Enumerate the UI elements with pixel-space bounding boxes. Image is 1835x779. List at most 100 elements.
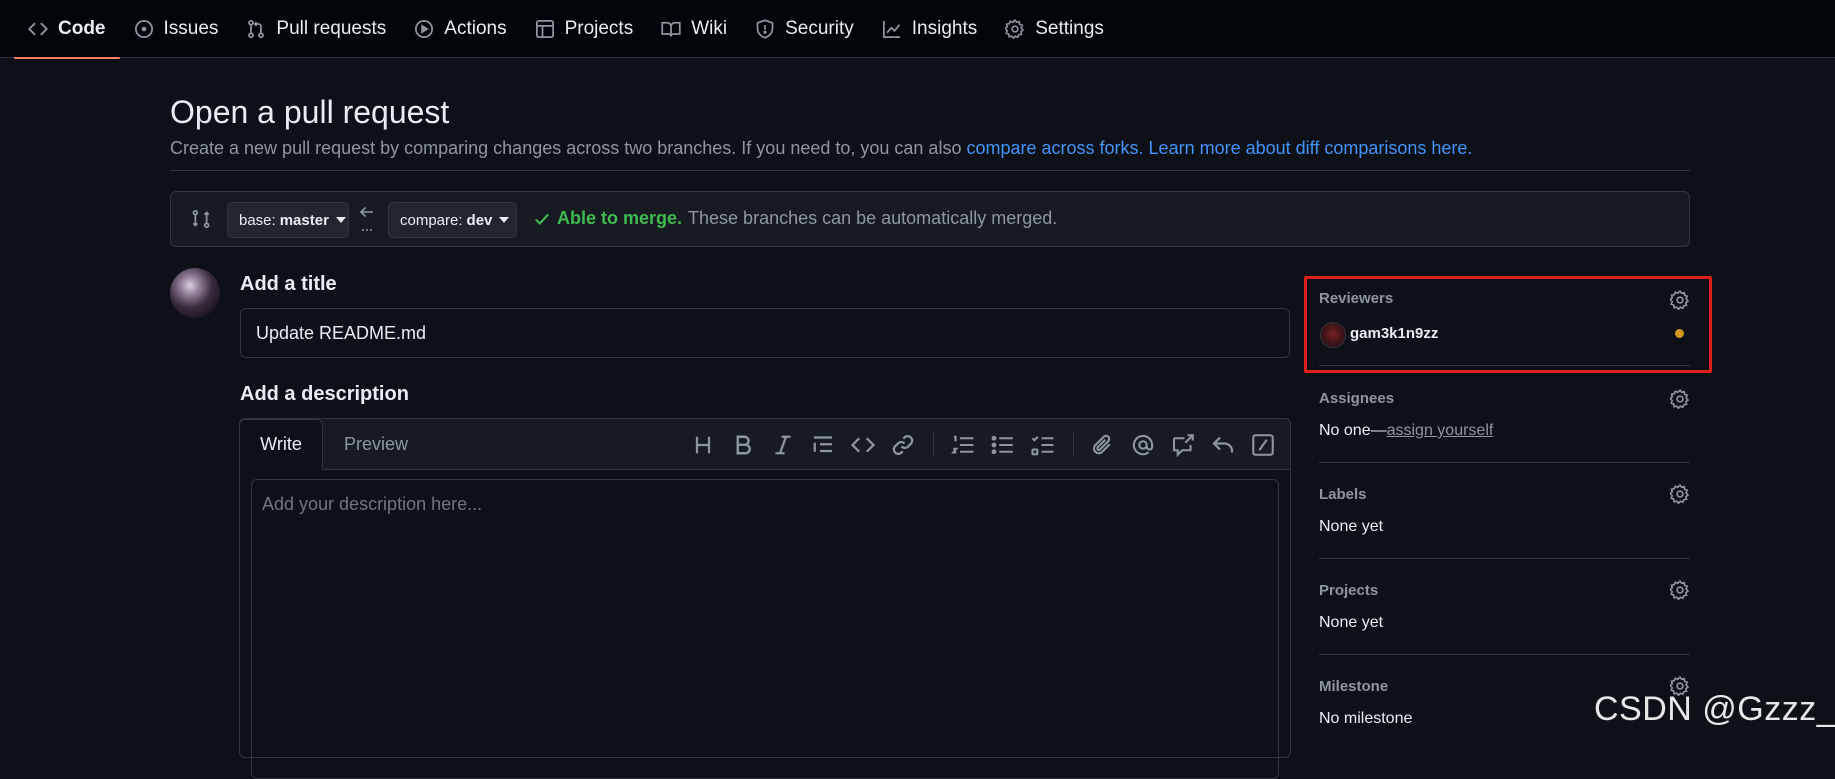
description-textarea[interactable]: Add your description here... [251,479,1279,779]
table-icon [535,19,554,38]
check-icon [535,213,549,225]
tab-label: Security [785,17,854,39]
play-icon [415,19,434,38]
merge-message: These branches can be automatically merg… [688,208,1058,228]
ellipsis-icon [362,229,372,231]
cross-reference-icon[interactable] [1171,433,1195,457]
compare-prefix: compare: [400,211,463,229]
sidebar-divider [1319,558,1690,559]
tab-wiki[interactable]: Wiki [647,0,741,58]
projects-value: None yet [1319,614,1384,631]
tab-code[interactable]: Code [14,0,120,59]
assignees-title: Assignees [1319,390,1395,407]
caret-down-icon [499,217,510,223]
link-icon[interactable] [891,433,915,457]
tab-label: Insights [911,17,978,39]
heading-icon[interactable] [691,433,715,457]
slash-command-icon[interactable] [1251,433,1275,457]
tab-label: Settings [1035,17,1104,39]
assignees-text: No one— [1319,422,1387,439]
mention-icon[interactable] [1131,433,1155,457]
quote-icon[interactable] [811,433,835,457]
paperclip-icon[interactable] [1091,433,1115,457]
unordered-list-icon[interactable] [991,433,1015,457]
tab-pull-requests[interactable]: Pull requests [232,0,400,58]
issue-icon [134,19,153,38]
sidebar-divider [1319,365,1690,366]
editor-toolbar: Write Preview [239,419,1290,470]
base-branch-select[interactable]: base: master [227,202,349,238]
assign-yourself-link[interactable]: assign yourself [1387,422,1494,439]
assignees-value: No one—assign yourself [1319,422,1493,440]
tab-settings[interactable]: Settings [991,0,1118,58]
pending-status-dot [1675,329,1684,338]
description-placeholder: Add your description here... [262,494,483,514]
tab-label: Code [58,17,106,39]
compare-forks-link[interactable]: compare across forks. [966,138,1143,158]
base-branch-name: master [279,211,329,229]
gear-icon[interactable] [1670,389,1690,409]
tab-security[interactable]: Security [741,0,868,58]
reviewer-name[interactable]: gam3k1n9zz [1350,325,1438,342]
tab-label: Pull requests [276,17,387,39]
ordered-list-icon[interactable] [951,433,975,457]
task-list-icon[interactable] [1031,433,1055,457]
page-title: Open a pull request [170,94,450,130]
title-input[interactable]: Update README.md [240,308,1290,358]
tab-write[interactable]: Write [239,419,323,470]
sidebar-divider [1319,462,1690,463]
tab-projects[interactable]: Projects [521,0,648,58]
arrow-left-icon [359,206,373,218]
tab-label: Wiki [691,17,728,39]
sidebar-divider [1319,654,1690,655]
merge-ok-text: Able to merge. [557,208,683,228]
milestone-title: Milestone [1319,678,1389,695]
avatar [170,268,220,318]
gear-icon[interactable] [1670,290,1690,310]
learn-more-link[interactable]: Learn more about diff comparisons here. [1149,138,1473,158]
tab-issues[interactable]: Issues [120,0,233,58]
tab-label: Projects [564,17,634,39]
graph-icon [882,20,900,38]
divider [170,170,1690,171]
gear-icon[interactable] [1670,484,1690,504]
pull-request-icon [248,19,265,38]
toolbar-divider [933,432,934,456]
italic-icon[interactable] [771,433,795,457]
compare-branch-name: dev [466,211,493,229]
subtitle-text: Create a new pull request by comparing c… [170,138,967,158]
tab-label: Issues [163,17,219,39]
projects-title: Projects [1319,582,1379,599]
description-editor: Write Preview Add your description here.… [239,418,1291,779]
compare-branch-select[interactable]: compare: dev [388,202,517,238]
watermark: CSDN @Gzzz__ [1594,690,1835,728]
code-icon[interactable] [851,433,875,457]
tab-actions[interactable]: Actions [400,0,520,58]
shield-icon [756,18,774,39]
bold-icon[interactable] [731,433,755,457]
description-label: Add a description [240,383,409,405]
book-icon [661,21,681,37]
page-subtitle: Create a new pull request by comparing c… [170,138,1472,159]
compare-bar: base: master compare: dev Able to merge. T… [170,191,1690,247]
caret-down-icon [335,217,346,223]
reply-icon[interactable] [1211,433,1235,457]
labels-value: None yet [1319,518,1384,535]
base-prefix: base: [239,211,276,229]
title-label: Add a title [240,273,337,295]
compare-arrows-icon [192,210,210,228]
gear-icon[interactable] [1670,580,1690,600]
title-value: Update README.md [256,322,427,343]
code-icon [28,22,48,35]
toolbar-divider [1073,432,1074,456]
milestone-value: No milestone [1319,710,1413,727]
merge-status: Able to merge. These branches can be aut… [533,208,1057,229]
labels-title: Labels [1319,486,1367,503]
reviewers-title: Reviewers [1319,290,1394,307]
reviewer-avatar[interactable] [1320,322,1346,348]
tab-insights[interactable]: Insights [868,0,991,58]
tab-preview[interactable]: Preview [344,419,408,469]
gear-icon [1005,18,1025,39]
tab-label: Actions [444,17,507,39]
repo-nav: Code Issues Pull requests Actions Projec… [0,0,1835,59]
